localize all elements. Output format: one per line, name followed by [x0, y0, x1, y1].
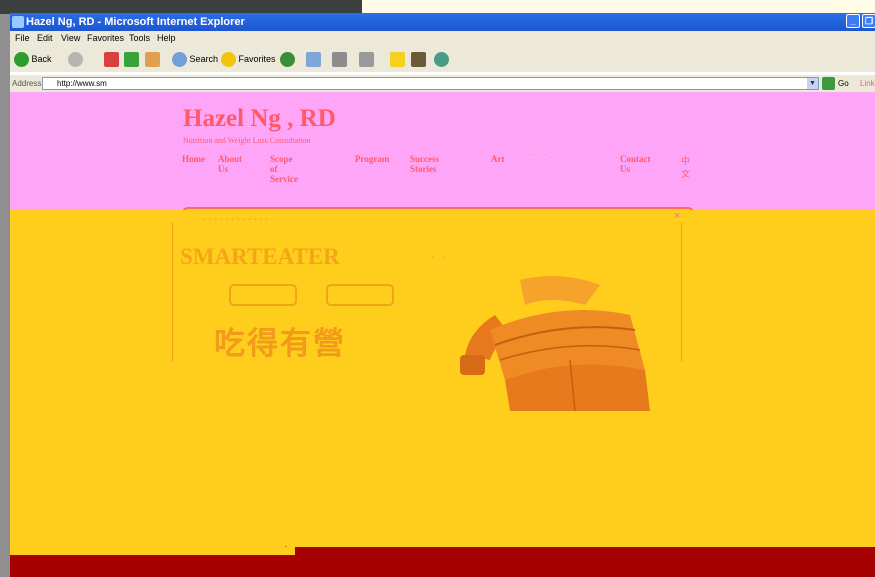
- menu-favorites[interactable]: Favorites: [87, 31, 124, 45]
- banner-name-artifact: · ·: [430, 247, 447, 267]
- address-dropdown-icon[interactable]: ▼: [807, 78, 818, 89]
- refresh-icon: [124, 52, 139, 68]
- address-input[interactable]: http://www.sm: [42, 77, 819, 90]
- window-title: Hazel Ng, RD - Microsoft Internet Explor…: [26, 16, 245, 28]
- search-icon: [172, 52, 187, 68]
- banner-name: SMARTEATER: [180, 244, 340, 269]
- forward-button[interactable]: [68, 51, 83, 68]
- messenger-icon: [434, 52, 449, 68]
- header-band: Hazel Ng , RD Nutrition and Weight Loss …: [10, 92, 875, 227]
- search-label: Search: [189, 54, 219, 64]
- stop-button[interactable]: [104, 51, 119, 68]
- discuss-button[interactable]: [390, 51, 405, 68]
- note-icon: [390, 52, 405, 68]
- internet-explorer-icon: [12, 16, 24, 28]
- favorites-button[interactable]: Favorites: [221, 51, 276, 68]
- star-icon: [221, 52, 236, 68]
- banner-button-left[interactable]: [229, 284, 297, 306]
- favorites-label: Favorites: [238, 54, 276, 64]
- research-icon: [411, 52, 426, 68]
- links-button[interactable]: Link: [860, 75, 875, 92]
- browser-window: Hazel Ng, RD - Microsoft Internet Explor…: [10, 13, 875, 577]
- print-icon: [332, 52, 347, 68]
- maximize-button[interactable]: ❐: [862, 14, 875, 28]
- menu-edit[interactable]: Edit: [37, 31, 53, 45]
- mail-button[interactable]: [306, 51, 321, 68]
- nav-scope-of-service[interactable]: Scope of Service: [270, 154, 298, 184]
- minimize-button[interactable]: _: [846, 14, 860, 28]
- home-button[interactable]: [145, 51, 160, 68]
- title-bar[interactable]: Hazel Ng, RD - Microsoft Internet Explor…: [10, 13, 875, 31]
- menu-bar: File Edit View Favorites Tools Help: [10, 31, 875, 45]
- search-button[interactable]: Search: [172, 51, 219, 68]
- nav-articles[interactable]: Art: [491, 154, 505, 164]
- nav-success-stories[interactable]: Success Stories: [410, 154, 439, 174]
- nav-about-us[interactable]: About Us: [218, 154, 242, 174]
- go-arrow-icon[interactable]: [822, 77, 835, 90]
- history-button[interactable]: [280, 51, 295, 68]
- toolbar: Back Search Favorites: [10, 45, 875, 72]
- banner-chinese-title: 吃得有營: [214, 326, 346, 362]
- menu-file[interactable]: File: [15, 31, 30, 45]
- footer-band-bleed: [10, 547, 295, 555]
- address-label: Address: [12, 79, 42, 88]
- back-arrow-icon: [14, 52, 29, 68]
- nav-contact-us[interactable]: Contact Us: [620, 154, 651, 174]
- nav-chinese[interactable]: 中文: [681, 154, 690, 180]
- mail-icon: [306, 52, 321, 68]
- menu-tools[interactable]: Tools: [129, 31, 150, 45]
- desktop-wallpaper-light: [362, 0, 875, 14]
- site-subtitle: Nutrition and Weight Loss Consultation: [183, 136, 311, 145]
- nav-render-artifact: ·:⁚·:⁚·: [524, 150, 553, 161]
- stop-icon: [104, 52, 119, 68]
- go-button[interactable]: Go: [838, 75, 849, 92]
- menu-help[interactable]: Help: [157, 31, 176, 45]
- banner-tagline-artifact: ············: [202, 213, 270, 228]
- address-bar: Address http://www.sm ▼ Go Link: [10, 75, 875, 92]
- banner-close-icon[interactable]: ×: [674, 210, 680, 222]
- nav-program[interactable]: Program: [355, 154, 389, 164]
- research-button[interactable]: [411, 51, 426, 68]
- desktop-wallpaper: [0, 0, 362, 14]
- forward-arrow-icon: [68, 52, 83, 68]
- edit-button[interactable]: [359, 51, 374, 68]
- site-title[interactable]: Hazel Ng , RD: [183, 105, 336, 133]
- nav-home[interactable]: Home: [182, 154, 205, 164]
- back-label: Back: [31, 54, 52, 64]
- jeans-waist-photo: [460, 260, 680, 411]
- url-text: http://www.sm: [57, 79, 107, 88]
- menu-view[interactable]: View: [61, 31, 80, 45]
- home-icon: [145, 52, 160, 68]
- refresh-button[interactable]: [124, 51, 139, 68]
- history-icon: [280, 52, 295, 68]
- edit-icon: [359, 52, 374, 68]
- main-banner-area: ············ SMARTEATER · · 吃得有營 ×: [10, 210, 875, 554]
- print-button[interactable]: [332, 51, 347, 68]
- page-content: Hazel Ng , RD Nutrition and Weight Loss …: [10, 92, 875, 577]
- messenger-button[interactable]: [434, 51, 449, 68]
- back-button[interactable]: Back: [14, 51, 52, 68]
- banner-button-right[interactable]: [326, 284, 394, 306]
